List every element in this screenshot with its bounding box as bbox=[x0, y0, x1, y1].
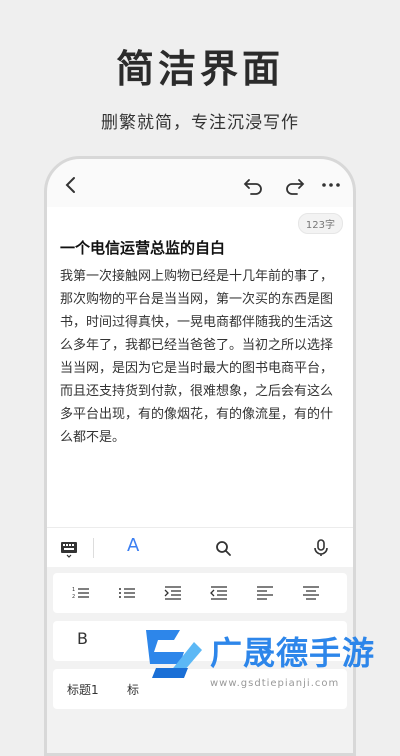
paragraph-format-row: 12 bbox=[53, 573, 347, 613]
more-icon[interactable] bbox=[319, 173, 343, 197]
document-title[interactable]: 一个电信运营总监的自白 bbox=[60, 237, 225, 258]
svg-text:1: 1 bbox=[72, 587, 75, 593]
undo-icon[interactable] bbox=[241, 173, 265, 197]
brand-url: www.gsdtiepianji.com bbox=[210, 678, 340, 689]
editor-toolbar: A bbox=[47, 527, 353, 568]
document-body[interactable]: 我第一次接触网上购物已经是十几年前的事了，那次购物的平台是当当网，第一次买的东西… bbox=[60, 265, 342, 449]
bold-button[interactable]: B bbox=[77, 629, 88, 648]
align-left-icon[interactable] bbox=[255, 583, 275, 603]
svg-text:2: 2 bbox=[72, 594, 75, 600]
search-icon[interactable] bbox=[213, 538, 233, 558]
brand-logo-icon bbox=[140, 622, 206, 682]
heading2-button[interactable]: 标 bbox=[127, 681, 139, 698]
mic-icon[interactable] bbox=[311, 538, 331, 558]
text-format-button[interactable]: A bbox=[127, 535, 139, 556]
toolbar-divider bbox=[93, 538, 94, 558]
editor-content[interactable]: 123字 一个电信运营总监的自白 我第一次接触网上购物已经是十几年前的事了，那次… bbox=[47, 207, 353, 527]
keyboard-icon[interactable] bbox=[59, 538, 79, 558]
ordered-list-icon[interactable]: 12 bbox=[71, 583, 91, 603]
bullet-list-icon[interactable] bbox=[117, 583, 137, 603]
heading1-button[interactable]: 标题1 bbox=[67, 681, 99, 698]
redo-icon[interactable] bbox=[283, 173, 307, 197]
watermark: 广晟德手游 www.gsdtiepianji.com bbox=[140, 620, 400, 710]
outdent-icon[interactable] bbox=[209, 583, 229, 603]
editor-topbar bbox=[47, 159, 353, 209]
page-subline: 删繁就简，专注沉浸写作 bbox=[101, 113, 299, 133]
brand-name: 广晟德手游 bbox=[210, 634, 376, 672]
page-headline: 简洁界面 bbox=[115, 47, 284, 91]
align-center-icon[interactable] bbox=[301, 583, 321, 603]
word-count-badge: 123字 bbox=[297, 213, 343, 234]
indent-icon[interactable] bbox=[163, 583, 183, 603]
back-icon[interactable] bbox=[59, 173, 83, 197]
